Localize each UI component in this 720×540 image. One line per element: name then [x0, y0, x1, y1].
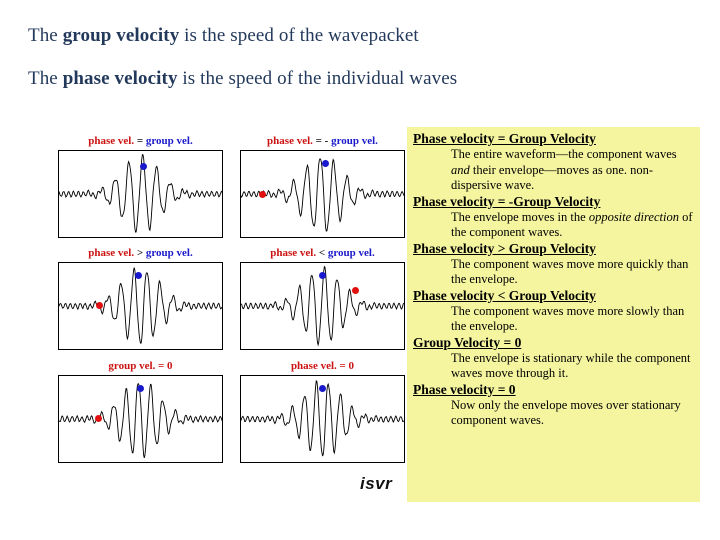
envelope-marker-dot — [319, 271, 326, 279]
note-description: The envelope is stationary while the com… — [451, 351, 694, 382]
envelope-marker-dot — [319, 384, 326, 392]
note-text: The component waves move more quickly th… — [451, 256, 689, 287]
heading-2-suffix: is the speed of the individual waves — [177, 68, 458, 89]
wave-plot-phase-lt-group — [240, 262, 405, 350]
note-description: Now only the envelope moves over station… — [451, 398, 694, 429]
notes-panel: Phase velocity = Group Velocity The entir… — [407, 127, 700, 502]
wave-label-group-term: group vel. — [145, 247, 193, 259]
note-term: Phase velocity < Group Velocity — [413, 287, 596, 303]
envelope-marker-dot — [135, 271, 143, 279]
waveform-panel-grid: phase vel. = group vel. phase vel. = - gr… — [58, 132, 406, 467]
note-term: Phase velocity = -Group Velocity — [413, 193, 601, 209]
wave-plot-group-eq-zero — [58, 375, 223, 463]
wave-panel-phase-eq-group: phase vel. = group vel. — [58, 132, 223, 240]
wave-panel-phase-eq-zero: phase vel. = 0 — [240, 357, 405, 465]
wave-label-operator: > — [136, 247, 144, 259]
wave-label-phase-term: phase vel. — [88, 247, 135, 259]
wave-plot-phase-eq-zero — [240, 375, 405, 463]
heading-group-velocity: The group velocity is the speed of the w… — [28, 25, 419, 47]
wave-panel-phase-gt-group: phase vel. > group vel. — [58, 244, 223, 352]
wave-panel-phase-eq-neg-group: phase vel. = - group vel. — [240, 132, 405, 240]
note-term: Phase velocity = 0 — [413, 381, 516, 397]
wave-panel-phase-lt-group: phase vel. < group vel. — [240, 244, 405, 352]
wave-label-operator: = - — [315, 135, 329, 147]
note-description: The envelope moves in the opposite direc… — [451, 210, 694, 241]
heading-1-prefix: The — [28, 25, 63, 46]
isvr-watermark: isvr — [360, 474, 393, 493]
note-term: Phase velocity = Group Velocity — [413, 131, 596, 146]
wave-panel-label-phase-eq-group: phase vel. = group vel. — [58, 132, 223, 150]
wave-plot-phase-eq-group — [58, 150, 223, 238]
note-term: Phase velocity > Group Velocity — [413, 240, 596, 256]
heading-1-suffix: is the speed of the wavepacket — [179, 25, 419, 46]
envelope-marker-dot — [137, 384, 144, 392]
note-description: The component waves move more quickly th… — [451, 257, 694, 288]
wave-label-phase-term: phase vel. = 0 — [290, 360, 355, 372]
heading-phase-velocity: The phase velocity is the speed of the i… — [28, 68, 457, 90]
wave-panel-label-phase-gt-group: phase vel. > group vel. — [58, 244, 223, 262]
note-text: The envelope is stationary while the com… — [451, 350, 691, 381]
wave-plot-phase-eq-neg-group — [240, 150, 405, 238]
heading-2-bold: phase velocity — [62, 68, 178, 89]
note-emphasis: and — [451, 162, 470, 177]
wave-panel-group-eq-zero: group vel. = 0 — [58, 357, 223, 465]
note-text: The component waves move more slowly tha… — [451, 303, 685, 334]
wave-label-group-term: group vel. — [331, 135, 378, 147]
component-wave-marker-dot — [94, 414, 102, 422]
wave-label-operator: = — [136, 135, 144, 147]
wave-plot-phase-gt-group — [58, 262, 223, 350]
wave-label-operator: < — [318, 247, 326, 259]
note-text: their envelope—moves as one. non-dispers… — [451, 162, 654, 193]
component-wave-marker-dot — [351, 287, 359, 295]
wave-panel-label-phase-eq-neg-group: phase vel. = - group vel. — [240, 132, 405, 150]
wave-label-phase-term: phase vel. — [267, 135, 313, 147]
wave-label-group-term: group vel. — [327, 247, 375, 259]
wave-label-group-term: group vel. — [145, 135, 193, 147]
wave-panel-label-phase-lt-group: phase vel. < group vel. — [240, 244, 405, 262]
component-wave-marker-dot — [96, 301, 104, 309]
note-text: Now only the envelope moves over station… — [451, 397, 681, 428]
wave-label-phase-term: phase vel. — [270, 247, 317, 259]
wave-panel-label-phase-eq-zero: phase vel. = 0 — [240, 357, 405, 375]
note-term: Group Velocity = 0 — [413, 334, 522, 350]
heading-2-prefix: The — [28, 68, 63, 89]
component-wave-marker-dot — [258, 190, 266, 198]
note-description: The entire waveform—the component waves … — [451, 147, 694, 194]
wave-label-phase-term: group vel. = 0 — [108, 360, 173, 372]
note-description: The component waves move more slowly tha… — [451, 304, 694, 335]
note-emphasis: opposite direction — [588, 209, 679, 224]
wave-label-phase-term: phase vel. — [88, 135, 135, 147]
heading-1-bold: group velocity — [62, 25, 180, 46]
note-text: The envelope moves in the — [451, 209, 589, 224]
wave-panel-label-group-eq-zero: group vel. = 0 — [58, 357, 223, 375]
note-text: The entire waveform—the component waves — [451, 147, 677, 161]
